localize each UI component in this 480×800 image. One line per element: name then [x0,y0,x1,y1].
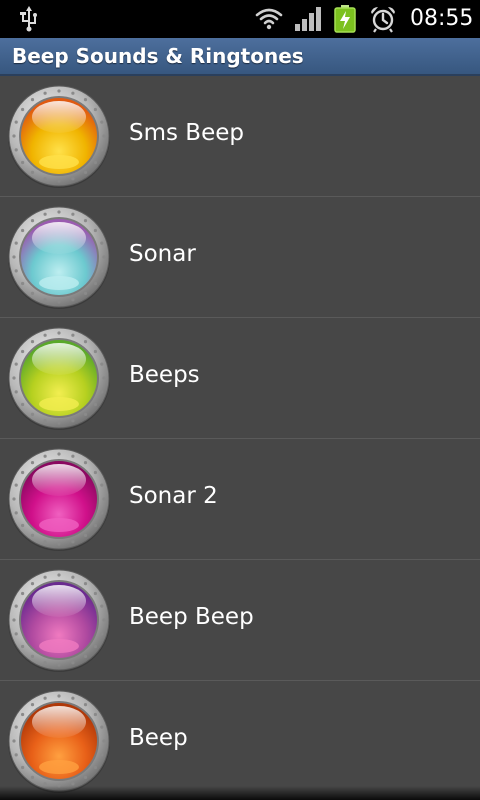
sound-label: Beep [129,725,188,751]
usb-icon [20,6,37,32]
porthole-button-icon [8,327,110,430]
wifi-icon [255,8,283,30]
alarm-icon [371,7,395,33]
porthole-button-icon [8,690,110,793]
app-title-bar: Beep Sounds & Ringtones [0,38,480,76]
list-item-beep[interactable]: Beep [0,681,480,800]
page-title: Beep Sounds & Ringtones [12,44,304,68]
list-item-beep-beep[interactable]: Beep Beep [0,560,480,681]
clock-time: 08:55 [410,6,474,31]
battery-charging-icon [334,5,356,33]
sound-list[interactable]: Sms Beep Sonar Beeps Sonar 2 Beep Beep B… [0,76,480,800]
sound-label: Beeps [129,362,200,388]
sound-label: Sonar 2 [129,483,218,509]
list-item-sonar-2[interactable]: Sonar 2 [0,439,480,560]
sound-label: Beep Beep [129,604,254,630]
porthole-button-icon [8,448,110,551]
list-item-beeps[interactable]: Beeps [0,318,480,439]
porthole-button-icon [8,85,110,188]
sound-label: Sms Beep [129,120,244,146]
list-item-sonar[interactable]: Sonar [0,197,480,318]
porthole-button-icon [8,569,110,672]
status-bar: 08:55 [0,0,480,38]
bottom-edge-shadow [0,786,480,800]
sound-label: Sonar [129,241,196,267]
list-item-sms-beep[interactable]: Sms Beep [0,76,480,197]
porthole-button-icon [8,206,110,309]
signal-icon [295,7,321,31]
